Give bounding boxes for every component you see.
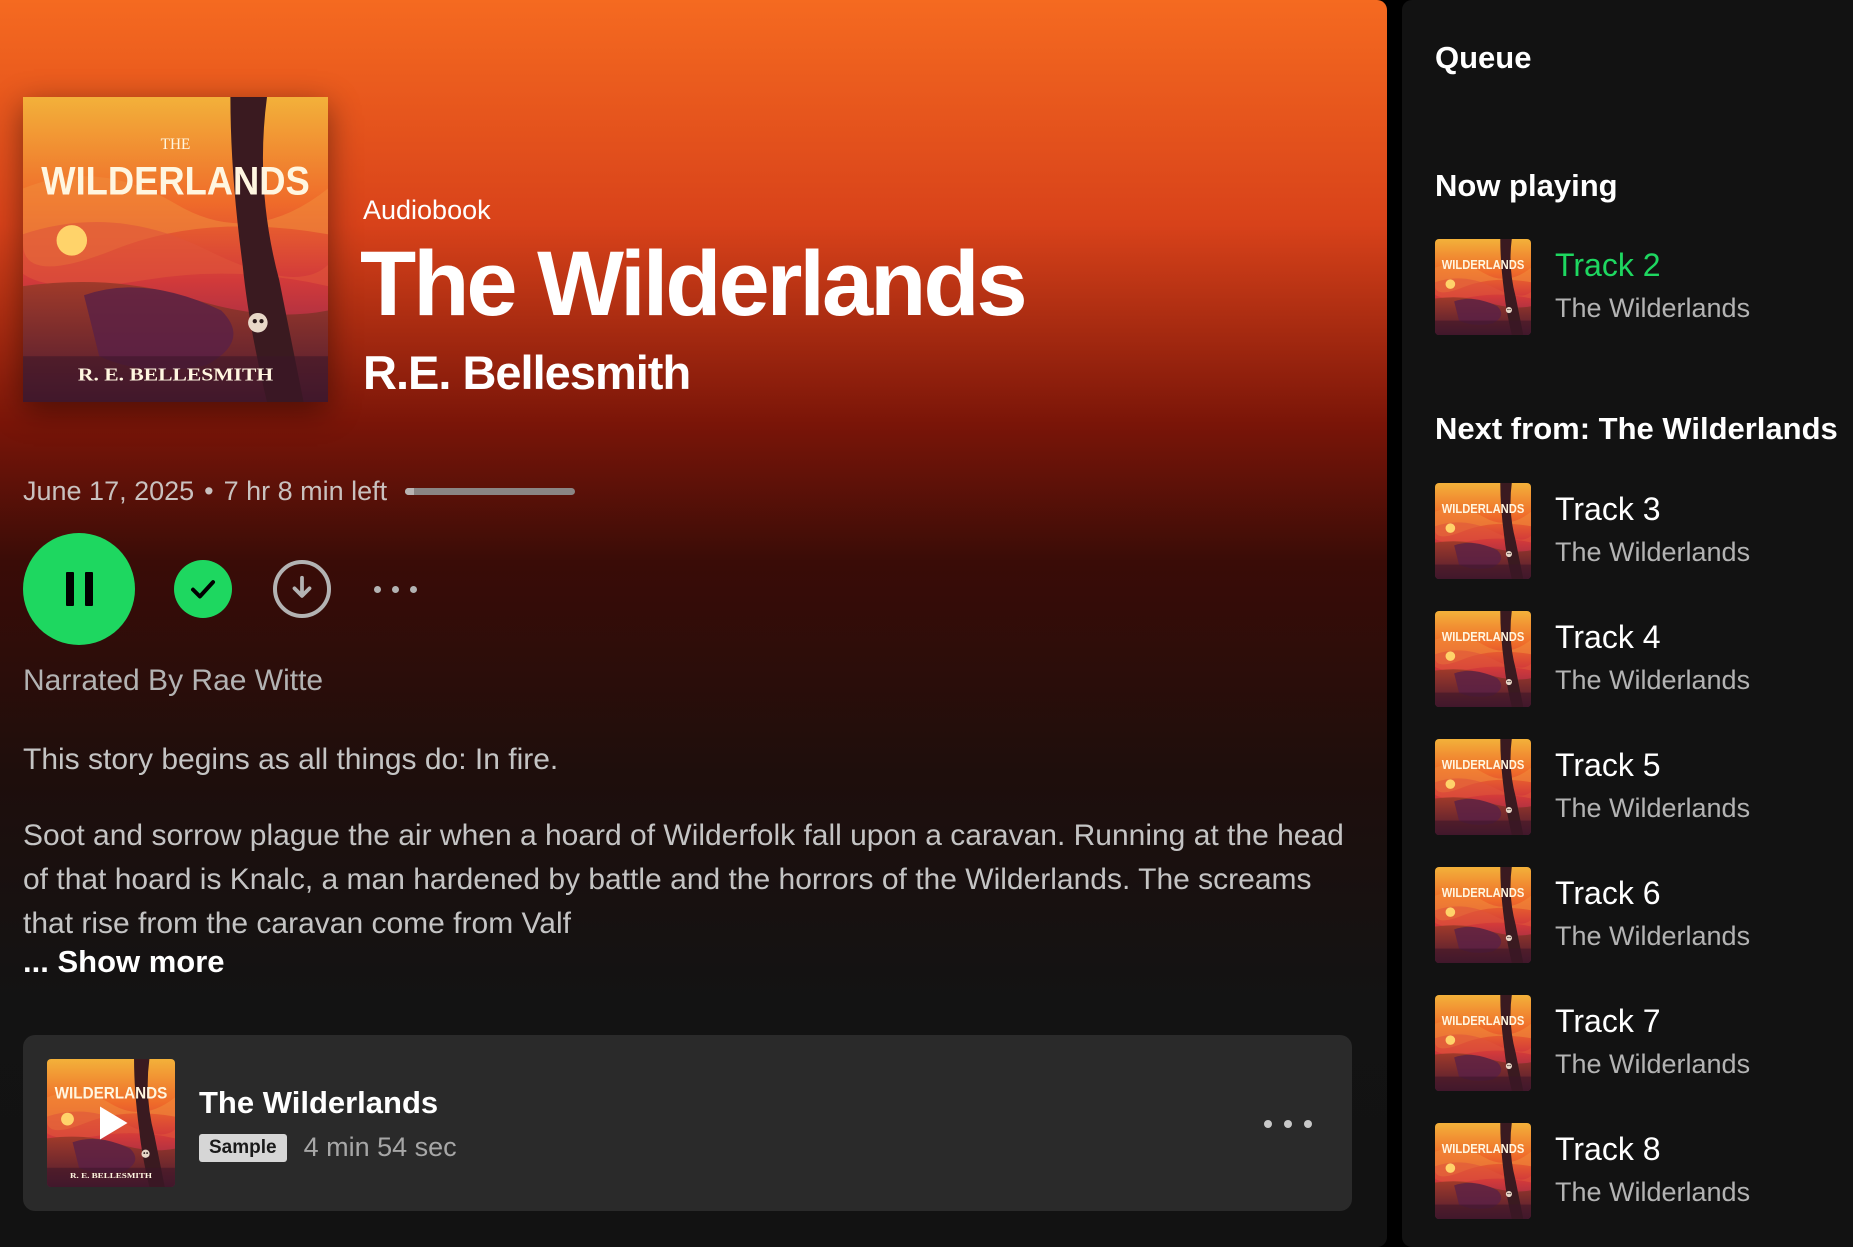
track-thumbnail: WILDERLANDS	[1435, 739, 1531, 835]
svg-text:WILDERLANDS: WILDERLANDS	[1442, 1014, 1525, 1028]
action-bar	[23, 533, 417, 645]
description-paragraph-1: This story begins as all things do: In f…	[23, 743, 559, 776]
cover-author-text: R. E. BELLESMITH	[78, 365, 273, 385]
more-icon	[1264, 1120, 1272, 1128]
download-button[interactable]	[273, 560, 331, 618]
sample-card[interactable]: WILDERLANDS R. E. BELLESMITH The Wilderl…	[23, 1035, 1352, 1211]
check-icon	[191, 580, 215, 599]
queue-item[interactable]: WILDERLANDS Track 3 The Wilderlands	[1435, 483, 1845, 579]
queue-now-playing-item[interactable]: WILDERLANDS Track 2 The Wilderlands	[1435, 239, 1845, 335]
queue-item[interactable]: WILDERLANDS Track 8 The Wilderlands	[1435, 1123, 1845, 1219]
cover-top-text: THE	[161, 136, 191, 153]
track-thumbnail: WILDERLANDS	[1435, 995, 1531, 1091]
pause-button[interactable]	[23, 533, 135, 645]
now-playing-heading: Now playing	[1435, 168, 1618, 203]
queue-title: Queue	[1435, 40, 1532, 75]
queue-panel: Queue Now playing WILDERLANDS Track 2 Th…	[1402, 0, 1853, 1247]
page-title: The Wilderlands	[360, 233, 1028, 335]
track-subtitle: The Wilderlands	[1555, 537, 1751, 567]
sample-title: The Wilderlands	[199, 1085, 439, 1120]
svg-text:WILDERLANDS: WILDERLANDS	[1442, 1142, 1525, 1156]
track-name: Track 5	[1555, 747, 1661, 783]
queue-item[interactable]: WILDERLANDS Track 7 The Wilderlands	[1435, 995, 1845, 1091]
audiobook-main-panel: THE WILDERLANDS R. E. BELLESMITH Audiobo…	[0, 0, 1387, 1247]
sample-duration: 4 min 54 sec	[303, 1132, 457, 1162]
track-name: Track 7	[1555, 1003, 1661, 1039]
description: This story begins as all things do: In f…	[23, 738, 1368, 946]
cover-image: THE WILDERLANDS R. E. BELLESMITH	[23, 97, 328, 402]
play-icon	[100, 1106, 128, 1140]
queue-item[interactable]: WILDERLANDS Track 6 The Wilderlands	[1435, 867, 1845, 963]
more-icon	[374, 585, 381, 593]
content-type-label: Audiobook	[363, 195, 491, 225]
track-subtitle: The Wilderlands	[1555, 665, 1751, 695]
listening-progress-bar	[405, 488, 576, 495]
track-thumbnail: WILDERLANDS	[1435, 239, 1531, 335]
svg-text:WILDERLANDS: WILDERLANDS	[1442, 886, 1525, 900]
track-thumbnail: WILDERLANDS	[1435, 867, 1531, 963]
svg-text:WILDERLANDS: WILDERLANDS	[1442, 630, 1525, 644]
audiobook-header: THE WILDERLANDS R. E. BELLESMITH Audiobo…	[0, 0, 1387, 440]
narrator-line: Narrated By Rae Witte	[23, 664, 324, 697]
meta-separator: •	[204, 476, 214, 506]
track-name: Track 3	[1555, 491, 1661, 527]
cover-main-text: WILDERLANDS	[41, 160, 309, 204]
saved-to-library-button[interactable]	[174, 560, 232, 618]
time-left: 7 hr 8 min left	[223, 476, 388, 506]
queue-item[interactable]: WILDERLANDS Track 5 The Wilderlands	[1435, 739, 1845, 835]
pause-icon	[65, 572, 93, 606]
track-thumbnail: WILDERLANDS	[1435, 483, 1531, 579]
sample-thumbnail: WILDERLANDS R. E. BELLESMITH	[47, 1059, 175, 1187]
track-name: Track 2	[1555, 247, 1661, 283]
more-options-button[interactable]	[374, 585, 417, 593]
track-subtitle: The Wilderlands	[1555, 793, 1751, 823]
download-icon	[292, 575, 312, 598]
svg-text:WILDERLANDS: WILDERLANDS	[1442, 502, 1525, 516]
sample-play-button[interactable]	[47, 1059, 175, 1187]
track-name: Track 4	[1555, 619, 1661, 655]
sample-badge: Sample	[199, 1133, 287, 1162]
track-subtitle: The Wilderlands	[1555, 1177, 1751, 1207]
track-name: Track 6	[1555, 875, 1661, 911]
svg-text:WILDERLANDS: WILDERLANDS	[1442, 758, 1525, 772]
author-link[interactable]: R.E. Bellesmith	[363, 345, 691, 400]
track-subtitle: The Wilderlands	[1555, 1049, 1751, 1079]
track-name: Track 8	[1555, 1131, 1661, 1167]
track-thumbnail: WILDERLANDS	[1435, 1123, 1531, 1219]
metadata-row: June 17, 2025 • 7 hr 8 min left	[23, 476, 576, 507]
svg-text:WILDERLANDS: WILDERLANDS	[1442, 258, 1525, 272]
next-from-heading: Next from: The Wilderlands	[1435, 411, 1838, 446]
track-subtitle: The Wilderlands	[1555, 921, 1751, 951]
sample-more-button[interactable]	[1264, 1120, 1312, 1128]
track-thumbnail: WILDERLANDS	[1435, 611, 1531, 707]
listening-progress-fill	[405, 488, 414, 495]
queue-item[interactable]: WILDERLANDS Track 4 The Wilderlands	[1435, 611, 1845, 707]
description-paragraph-2: Soot and sorrow plague the air when a ho…	[23, 819, 1344, 940]
release-date: June 17, 2025	[23, 476, 195, 506]
show-more-link[interactable]: ... Show more	[23, 944, 225, 980]
sample-subline: Sample 4 min 54 sec	[199, 1132, 457, 1163]
track-subtitle: The Wilderlands	[1555, 293, 1751, 323]
